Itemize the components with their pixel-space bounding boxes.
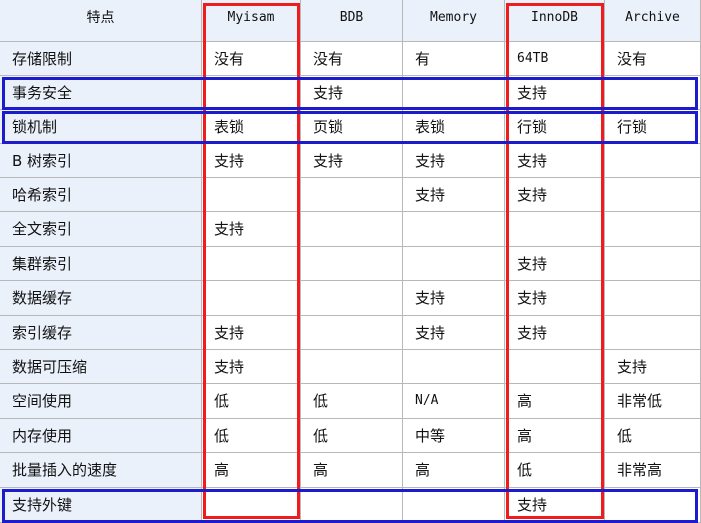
table-cell-myisam: 支持 bbox=[202, 144, 301, 178]
table-cell-bdb: 低 bbox=[301, 384, 403, 419]
table-cell-archive bbox=[605, 144, 701, 178]
table-cell-archive: 低 bbox=[605, 419, 701, 453]
table-cell-bdb bbox=[301, 247, 403, 281]
table-cell-innodb: 高 bbox=[505, 419, 605, 453]
table-cell-bdb: 支持 bbox=[301, 144, 403, 178]
table-cell-archive bbox=[605, 281, 701, 316]
table-cell-innodb bbox=[505, 212, 605, 247]
table-cell-myisam bbox=[202, 178, 301, 212]
table-cell-myisam bbox=[202, 247, 301, 281]
column-header-bdb: BDB bbox=[301, 0, 403, 42]
table-cell-innodb: 64TB bbox=[505, 42, 605, 76]
table-cell-innodb: 支持 bbox=[505, 281, 605, 316]
table-cell-bdb bbox=[301, 316, 403, 350]
table-cell-myisam bbox=[202, 488, 301, 523]
engine-comparison-table: 特点 Myisam BDB Memory InnoDB Archive 存储限制 没有 没有有 6… bbox=[0, 0, 701, 523]
row-label: B 树索引 bbox=[0, 144, 202, 178]
table-cell-memory: 支持 bbox=[403, 316, 505, 350]
table-cell-bdb: 高 bbox=[301, 453, 403, 488]
table-cell-archive: 没有 bbox=[605, 42, 701, 76]
table-cell-memory bbox=[403, 212, 505, 247]
table-cell-archive bbox=[605, 76, 701, 110]
row-label: 全文索引 bbox=[0, 212, 202, 247]
table-cell-bdb: 没有 bbox=[301, 42, 403, 76]
table-cell-archive: 非常低 bbox=[605, 384, 701, 419]
table-cell-bdb: 低 bbox=[301, 419, 403, 453]
table-cell-myisam: 低 bbox=[202, 384, 301, 419]
row-label: 集群索引 bbox=[0, 247, 202, 281]
table-cell-archive bbox=[605, 316, 701, 350]
table-cell-myisam: 支持 bbox=[202, 316, 301, 350]
table-cell-innodb: 支持 bbox=[505, 178, 605, 212]
table-cell-innodb: 高 bbox=[505, 384, 605, 419]
row-label: 存储限制 bbox=[0, 42, 202, 76]
row-label: 数据可压缩 bbox=[0, 350, 202, 384]
row-label: 锁机制 bbox=[0, 110, 202, 144]
row-label: 索引缓存 bbox=[0, 316, 202, 350]
table-cell-memory: 有 bbox=[403, 42, 505, 76]
table-cell-memory: 支持 bbox=[403, 144, 505, 178]
table-cell-myisam bbox=[202, 281, 301, 316]
column-header-archive: Archive bbox=[605, 0, 701, 42]
table-cell-innodb: 支持 bbox=[505, 488, 605, 523]
table-cell-memory: 表锁 bbox=[403, 110, 505, 144]
table-cell-innodb: 支持 bbox=[505, 76, 605, 110]
table-cell-archive bbox=[605, 488, 701, 523]
table-cell-innodb: 低 bbox=[505, 453, 605, 488]
table-cell-bdb bbox=[301, 212, 403, 247]
table-cell-innodb: 行锁 bbox=[505, 110, 605, 144]
table-cell-bdb bbox=[301, 281, 403, 316]
column-header-innodb: InnoDB bbox=[505, 0, 605, 42]
row-label: 数据缓存 bbox=[0, 281, 202, 316]
row-label: 事务安全 bbox=[0, 76, 202, 110]
table-cell-myisam: 低 bbox=[202, 419, 301, 453]
table-cell-innodb bbox=[505, 350, 605, 384]
table-cell-innodb: 支持 bbox=[505, 316, 605, 350]
column-header-memory: Memory bbox=[403, 0, 505, 42]
table-cell-bdb bbox=[301, 178, 403, 212]
table-cell-archive bbox=[605, 212, 701, 247]
table-cell-innodb: 支持 bbox=[505, 144, 605, 178]
row-label: 批量插入的速度 bbox=[0, 453, 202, 488]
table-cell-memory bbox=[403, 488, 505, 523]
table-cell-memory: 高 bbox=[403, 453, 505, 488]
table-cell-myisam: 高 bbox=[202, 453, 301, 488]
table-cell-archive: 非常高 bbox=[605, 453, 701, 488]
table-cell-archive: 行锁 bbox=[605, 110, 701, 144]
table-cell-memory bbox=[403, 247, 505, 281]
row-label: 哈希索引 bbox=[0, 178, 202, 212]
table-cell-memory: 中等 bbox=[403, 419, 505, 453]
row-label: 支持外键 bbox=[0, 488, 202, 523]
table-cell-myisam bbox=[202, 76, 301, 110]
column-header-myisam: Myisam bbox=[202, 0, 301, 42]
column-header-feature: 特点 bbox=[0, 0, 202, 42]
table-cell-myisam: 支持 bbox=[202, 350, 301, 384]
table-cell-bdb: 页锁 bbox=[301, 110, 403, 144]
table-cell-bdb bbox=[301, 488, 403, 523]
table-cell-memory: 支持 bbox=[403, 178, 505, 212]
row-label: 内存使用 bbox=[0, 419, 202, 453]
table-cell-bdb: 支持 bbox=[301, 76, 403, 110]
table-cell-archive: 支持 bbox=[605, 350, 701, 384]
table-cell-memory bbox=[403, 350, 505, 384]
table-cell-memory bbox=[403, 76, 505, 110]
table-cell-archive bbox=[605, 178, 701, 212]
table-cell-myisam: 表锁 bbox=[202, 110, 301, 144]
row-label: 空间使用 bbox=[0, 384, 202, 419]
table-cell-innodb: 支持 bbox=[505, 247, 605, 281]
table-cell-myisam: 支持 bbox=[202, 212, 301, 247]
table-cell-memory: 支持 bbox=[403, 281, 505, 316]
table-cell-memory: N/A bbox=[403, 384, 505, 419]
table-cell-myisam: 没有 bbox=[202, 42, 301, 76]
table-cell-bdb bbox=[301, 350, 403, 384]
table-cell-archive bbox=[605, 247, 701, 281]
